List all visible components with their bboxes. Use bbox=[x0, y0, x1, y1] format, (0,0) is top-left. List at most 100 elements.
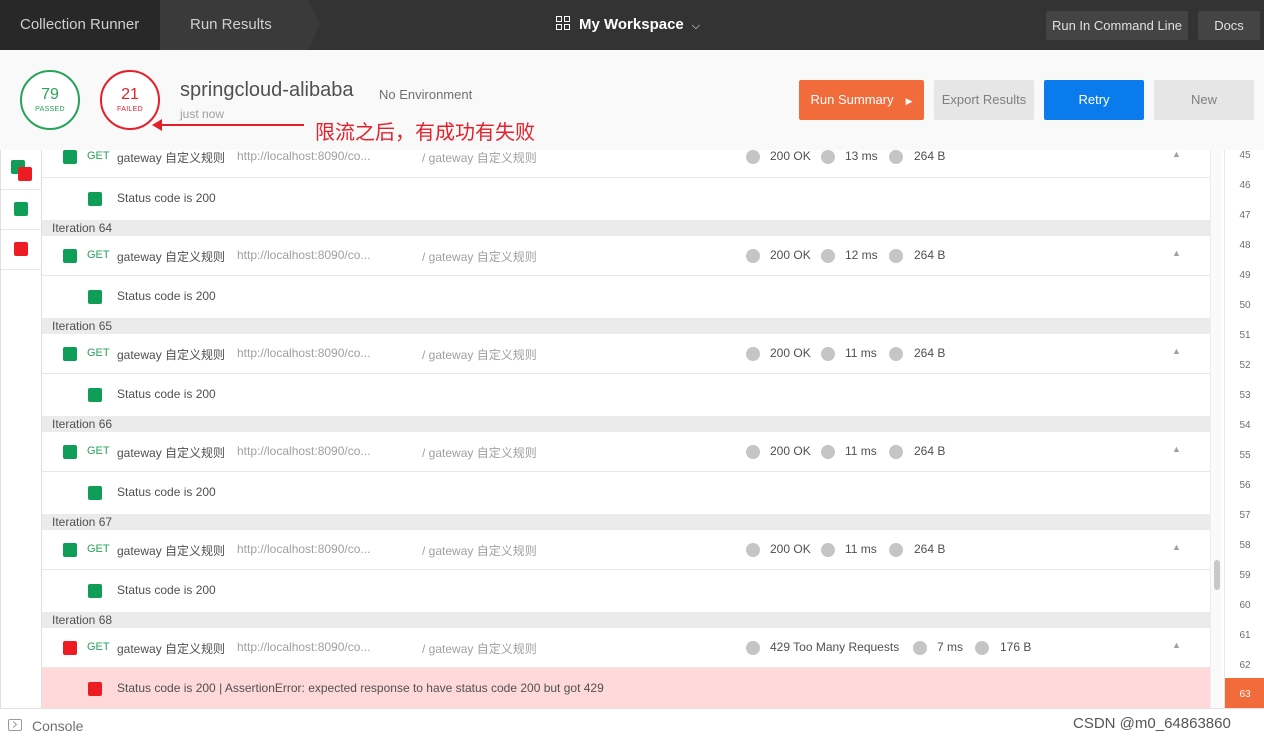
annotation-text: 限流之后，有成功有失败 bbox=[315, 120, 535, 144]
response-time: 11 ms bbox=[845, 346, 877, 360]
iteration-number[interactable]: 61 bbox=[1225, 630, 1264, 660]
method-label: GET bbox=[87, 445, 110, 457]
pass-icon bbox=[63, 543, 77, 557]
request-row[interactable]: GET gateway 自定义规则 http://localhost:8090/… bbox=[42, 150, 1210, 178]
response-time: 7 ms bbox=[937, 640, 964, 654]
request-row[interactable]: GET gateway 自定义规则 http://localhost:8090/… bbox=[42, 628, 1210, 668]
iteration-strip: 45 46 47 48 49 50 51 52 53 54 55 56 57 58 59 60 61 62 63 bbox=[1224, 150, 1264, 712]
environment-label: No Environment bbox=[379, 87, 473, 102]
status-code: 200 OK bbox=[770, 444, 811, 458]
pass-icon bbox=[63, 150, 77, 164]
pass-icon bbox=[63, 445, 77, 459]
collapse-icon[interactable]: ▲ bbox=[1172, 248, 1181, 258]
iteration-number[interactable]: 54 bbox=[1225, 420, 1264, 450]
docs-button[interactable]: Docs bbox=[1198, 11, 1260, 40]
assertion-text: Status code is 200 bbox=[117, 583, 216, 597]
iteration-number[interactable]: 52 bbox=[1225, 360, 1264, 390]
assertion-text: Status code is 200 bbox=[117, 387, 216, 401]
console-toggle[interactable]: Console bbox=[32, 718, 83, 734]
iteration-number[interactable]: 59 bbox=[1225, 570, 1264, 600]
breadcrumb-run-results[interactable]: Run Results bbox=[160, 0, 320, 50]
scrollbar-thumb[interactable] bbox=[1214, 560, 1220, 590]
request-row[interactable]: GET gateway 自定义规则 http://localhost:8090/… bbox=[42, 334, 1210, 374]
request-row[interactable]: GET gateway 自定义规则 http://localhost:8090/… bbox=[42, 530, 1210, 570]
filter-failed[interactable] bbox=[1, 230, 41, 270]
collapse-icon[interactable]: ▲ bbox=[1172, 444, 1181, 454]
iteration-number[interactable]: 48 bbox=[1225, 240, 1264, 270]
iteration-number[interactable]: 49 bbox=[1225, 270, 1264, 300]
console-icon[interactable] bbox=[8, 719, 22, 731]
iteration-number[interactable]: 60 bbox=[1225, 600, 1264, 630]
filter-passed[interactable] bbox=[1, 190, 41, 230]
method-label: GET bbox=[87, 347, 110, 359]
response-size: 264 B bbox=[914, 542, 946, 556]
filter-all[interactable] bbox=[1, 150, 41, 190]
status-dot-icon bbox=[746, 150, 760, 164]
time-dot-icon bbox=[821, 150, 835, 164]
collapse-icon[interactable]: ▲ bbox=[1172, 640, 1181, 650]
iteration-number[interactable]: 58 bbox=[1225, 540, 1264, 570]
run-in-command-line-button[interactable]: Run In Command Line bbox=[1046, 11, 1188, 40]
time-dot-icon bbox=[821, 445, 835, 459]
size-dot-icon bbox=[975, 641, 989, 655]
size-dot-icon bbox=[889, 347, 903, 361]
iteration-number[interactable]: 45 bbox=[1225, 150, 1264, 180]
status-dot-icon bbox=[746, 641, 760, 655]
fail-icon bbox=[18, 167, 32, 181]
size-dot-icon bbox=[889, 445, 903, 459]
failed-count: 21 bbox=[121, 86, 139, 103]
request-url: http://localhost:8090/co... bbox=[237, 542, 371, 556]
request-path: / gateway 自定义规则 bbox=[422, 642, 537, 656]
iteration-number[interactable]: 57 bbox=[1225, 510, 1264, 540]
breadcrumb-collection-runner[interactable]: Collection Runner bbox=[0, 0, 176, 50]
status-dot-icon bbox=[746, 347, 760, 361]
request-row[interactable]: GET gateway 自定义规则 http://localhost:8090/… bbox=[42, 432, 1210, 472]
iteration-number[interactable]: 46 bbox=[1225, 180, 1264, 210]
assertion-text: Status code is 200 bbox=[117, 191, 216, 205]
failed-label: FAILED bbox=[117, 106, 143, 113]
run-summary-header: 79 PASSED 21 FAILED springcloud-alibaba … bbox=[0, 50, 1264, 150]
request-url: http://localhost:8090/co... bbox=[237, 444, 371, 458]
time-dot-icon bbox=[821, 249, 835, 263]
workspace-switcher[interactable]: My Workspace ⌵ bbox=[556, 0, 700, 50]
request-path: / gateway 自定义规则 bbox=[422, 250, 537, 264]
collapse-icon[interactable]: ▲ bbox=[1172, 542, 1181, 552]
pass-icon bbox=[88, 290, 102, 304]
breadcrumb-run-results-label: Run Results bbox=[190, 16, 272, 33]
export-results-button[interactable]: Export Results bbox=[934, 80, 1034, 120]
iteration-number[interactable]: 47 bbox=[1225, 210, 1264, 240]
breadcrumb-collection-runner-label: Collection Runner bbox=[20, 16, 140, 33]
iteration-number[interactable]: 51 bbox=[1225, 330, 1264, 360]
size-dot-icon bbox=[889, 249, 903, 263]
pass-icon bbox=[88, 192, 102, 206]
iteration-header: Iteration 66 bbox=[42, 416, 1210, 432]
response-time: 12 ms bbox=[845, 248, 878, 262]
retry-button[interactable]: Retry bbox=[1044, 80, 1144, 120]
iteration-number[interactable]: 56 bbox=[1225, 480, 1264, 510]
run-summary-label: Run Summary bbox=[810, 92, 894, 107]
assertion-row: Status code is 200 bbox=[42, 374, 1210, 416]
request-path: / gateway 自定义规则 bbox=[422, 151, 537, 165]
collapse-icon[interactable]: ▲ bbox=[1172, 346, 1181, 356]
passed-label: PASSED bbox=[35, 106, 65, 113]
request-row[interactable]: GET gateway 自定义规则 http://localhost:8090/… bbox=[42, 236, 1210, 276]
grid-icon bbox=[556, 15, 571, 31]
new-button[interactable]: New bbox=[1154, 80, 1254, 120]
annotation-arrow-line bbox=[158, 124, 304, 126]
status-code: 200 OK bbox=[770, 150, 811, 163]
results-list[interactable]: GET gateway 自定义规则 http://localhost:8090/… bbox=[42, 150, 1210, 708]
iteration-header: Iteration 68 bbox=[42, 612, 1210, 628]
assertion-text: Status code is 200 bbox=[117, 485, 216, 499]
collapse-icon[interactable]: ▲ bbox=[1172, 150, 1181, 159]
iteration-header: Iteration 67 bbox=[42, 514, 1210, 530]
results-scrollbar[interactable] bbox=[1210, 150, 1222, 708]
iteration-number[interactable]: 55 bbox=[1225, 450, 1264, 480]
iteration-number[interactable]: 53 bbox=[1225, 390, 1264, 420]
iteration-number[interactable]: 63 bbox=[1225, 678, 1264, 712]
status-dot-icon bbox=[746, 249, 760, 263]
pass-icon bbox=[88, 584, 102, 598]
run-summary-button[interactable]: Run Summary ▶ bbox=[799, 80, 924, 120]
iteration-header: Iteration 64 bbox=[42, 220, 1210, 236]
iteration-number[interactable]: 50 bbox=[1225, 300, 1264, 330]
response-size: 264 B bbox=[914, 346, 946, 360]
